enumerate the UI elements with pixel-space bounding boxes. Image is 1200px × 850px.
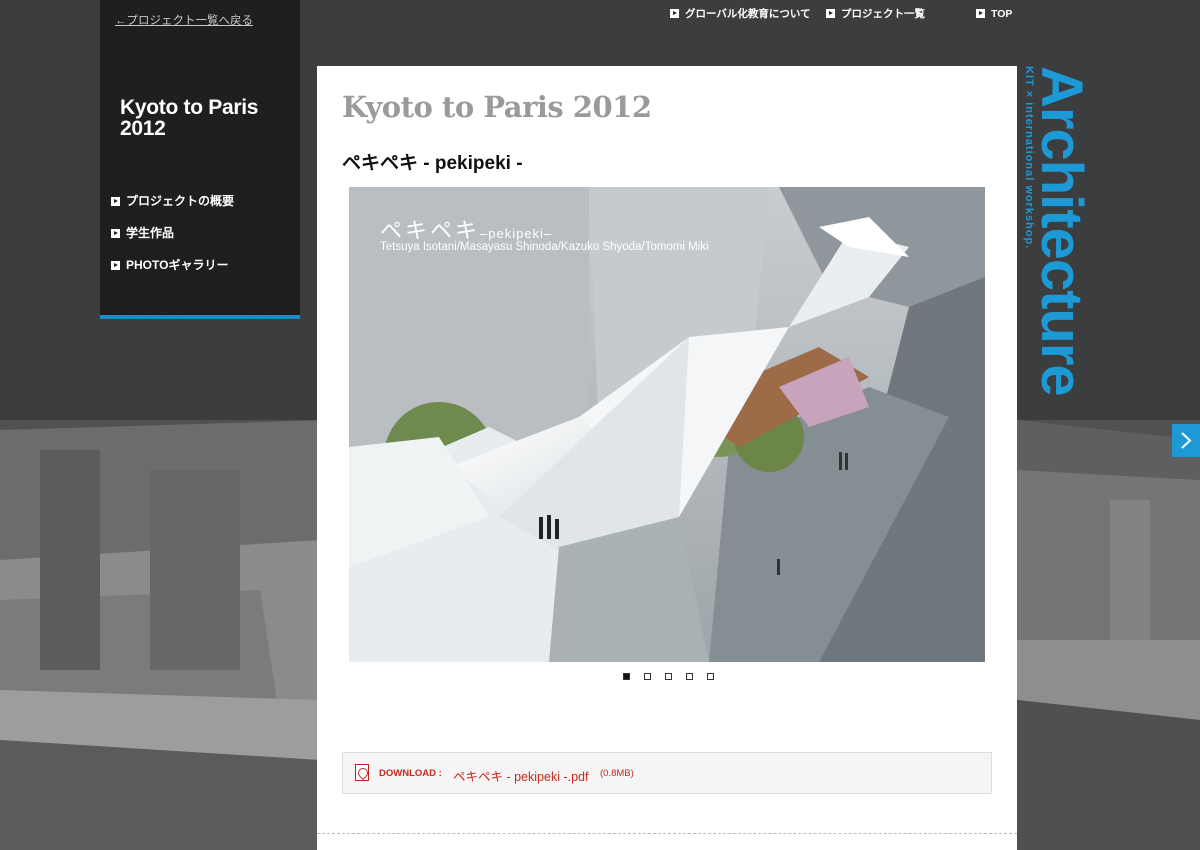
sidebar: ←プロジェクト一覧へ戻る Kyoto to Paris 2012 プロジェクトの… bbox=[100, 0, 300, 319]
triangle-right-icon bbox=[670, 9, 679, 18]
project-title: ペキペキ - pekipeki - bbox=[342, 153, 523, 174]
file-size: (0.8MB) bbox=[600, 768, 634, 779]
main-content: Kyoto to Paris 2012 ペキペキ - pekipeki - ペキ… bbox=[317, 66, 1017, 850]
slideshow-image[interactable]: ペキペキ–pekipeki– Tetsuya Isotani/Masayasu … bbox=[349, 187, 985, 662]
download-box: DOWNLOAD : ペキペキ - pekipeki -.pdf (0.8MB) bbox=[342, 752, 992, 794]
nav-link-top[interactable]: TOP bbox=[976, 8, 1012, 20]
brand-vertical: Architecture KIT × international worksho… bbox=[1020, 66, 1094, 411]
slide-caption-authors: Tetsuya Isotani/Masayasu Shinoda/Kazuko … bbox=[380, 241, 709, 253]
brand-title: Architecture bbox=[1029, 66, 1094, 396]
page-title: Kyoto to Paris 2012 bbox=[342, 90, 652, 124]
sidebar-item-overview[interactable]: プロジェクトの概要 bbox=[111, 192, 234, 224]
rendering-illustration bbox=[349, 187, 985, 662]
sidebar-title: Kyoto to Paris 2012 bbox=[120, 96, 259, 140]
nav-link-global-education[interactable]: グローバル化教育について bbox=[670, 8, 811, 20]
next-project-button[interactable] bbox=[1172, 424, 1200, 457]
nav-link-project-list[interactable]: プロジェクト一覧 bbox=[826, 8, 925, 20]
triangle-right-icon bbox=[111, 261, 120, 270]
slide-dot-3[interactable] bbox=[665, 673, 672, 680]
slide-dot-4[interactable] bbox=[686, 673, 693, 680]
sidebar-item-photo-gallery[interactable]: PHOTOギャラリー bbox=[111, 256, 234, 288]
download-pdf-link[interactable]: ペキペキ - pekipeki -.pdf bbox=[453, 766, 588, 785]
slide-dot-2[interactable] bbox=[644, 673, 651, 680]
brand-tagline: KIT × international workshop. bbox=[1023, 66, 1035, 250]
back-to-project-list-link[interactable]: ←プロジェクト一覧へ戻る bbox=[115, 12, 253, 28]
chevron-right-icon bbox=[1181, 432, 1192, 449]
triangle-right-icon bbox=[111, 197, 120, 206]
slide-dot-1[interactable] bbox=[623, 673, 630, 680]
pdf-file-icon bbox=[355, 764, 369, 781]
divider bbox=[317, 833, 1017, 834]
sidebar-menu: プロジェクトの概要 学生作品 PHOTOギャラリー bbox=[111, 192, 234, 288]
triangle-right-icon bbox=[111, 229, 120, 238]
triangle-right-icon bbox=[826, 9, 835, 18]
download-label: DOWNLOAD : bbox=[379, 768, 442, 779]
slide-dot-5[interactable] bbox=[707, 673, 714, 680]
triangle-right-icon bbox=[976, 9, 985, 18]
sidebar-item-student-works[interactable]: 学生作品 bbox=[111, 224, 234, 256]
